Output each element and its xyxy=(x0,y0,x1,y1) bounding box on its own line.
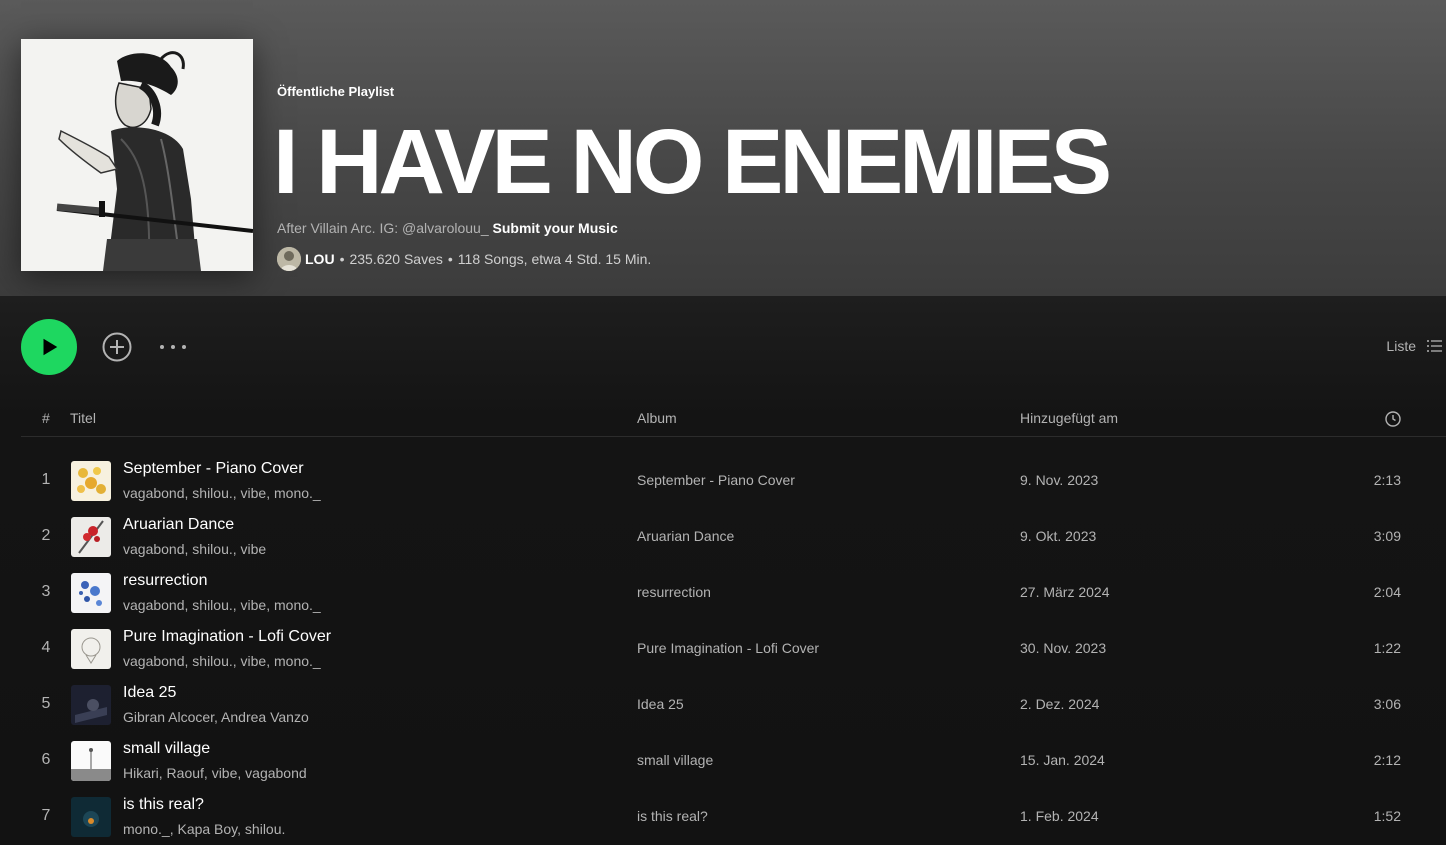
track-date-added: 9. Okt. 2023 xyxy=(1020,528,1097,544)
playlist-header: Öffentliche Playlist I HAVE NO ENEMIES A… xyxy=(0,0,1446,296)
track-title[interactable]: Pure Imagination - Lofi Cover xyxy=(123,628,331,646)
track-row[interactable]: 5 Idea 25 Gibran Alcocer, Andrea Vanzo I… xyxy=(21,677,1446,733)
owner-avatar[interactable] xyxy=(277,247,301,271)
songs-duration: 118 Songs, etwa 4 Std. 15 Min. xyxy=(457,251,652,267)
ellipsis-icon xyxy=(160,345,186,349)
add-to-library-button[interactable] xyxy=(101,331,133,363)
track-title[interactable]: Idea 25 xyxy=(123,684,176,702)
track-date-added: 15. Jan. 2024 xyxy=(1020,752,1105,768)
track-artwork xyxy=(71,517,111,557)
track-duration: 3:09 xyxy=(1373,528,1401,544)
track-title[interactable]: small village xyxy=(123,740,210,758)
playlist-description: After Villain Arc. IG: @alvarolouu_ Subm… xyxy=(277,220,618,236)
avatar-image xyxy=(277,247,301,271)
track-duration: 2:13 xyxy=(1373,472,1401,488)
track-number: 2 xyxy=(41,527,51,544)
track-number: 5 xyxy=(41,695,51,712)
saves-count: 235.620 Saves xyxy=(349,251,443,267)
view-mode-label: Liste xyxy=(1386,338,1416,354)
list-view-icon xyxy=(1427,340,1442,352)
track-row[interactable]: 1 September - Piano Cover vagabond, shil… xyxy=(21,453,1446,509)
playlist-info: Öffentliche Playlist I HAVE NO ENEMIES A… xyxy=(273,84,1112,271)
clock-icon xyxy=(1385,411,1401,427)
track-artwork xyxy=(71,685,111,725)
track-artwork xyxy=(71,629,111,669)
track-artists[interactable]: mono._, Kapa Boy, shilou. xyxy=(123,821,285,837)
track-artwork xyxy=(71,461,111,501)
view-mode-toggle[interactable]: Liste xyxy=(1386,338,1442,354)
track-album[interactable]: Aruarian Dance xyxy=(637,528,734,544)
track-album[interactable]: resurrection xyxy=(637,584,711,600)
track-title[interactable]: resurrection xyxy=(123,572,207,590)
track-artwork xyxy=(71,741,111,781)
track-duration: 1:52 xyxy=(1373,808,1401,824)
column-header-duration[interactable] xyxy=(1385,411,1401,430)
track-date-added: 2. Dez. 2024 xyxy=(1020,696,1100,712)
owner-name[interactable]: LOU xyxy=(305,251,335,267)
track-artists[interactable]: vagabond, shilou., vibe xyxy=(123,541,266,557)
track-date-added: 1. Feb. 2024 xyxy=(1020,808,1099,824)
track-row[interactable]: 2 Aruarian Dance vagabond, shilou., vibe… xyxy=(21,509,1446,565)
track-artists[interactable]: Hikari, Raouf, vibe, vagabond xyxy=(123,765,307,781)
track-artists[interactable]: Gibran Alcocer, Andrea Vanzo xyxy=(123,709,309,725)
track-row[interactable]: 3 resurrection vagabond, shilou., vibe, … xyxy=(21,565,1446,621)
column-header-album[interactable]: Album xyxy=(637,410,677,426)
tracklist-header: # Titel Album Hinzugefügt am xyxy=(21,404,1446,437)
track-artwork xyxy=(71,573,111,613)
playlist-title: I HAVE NO ENEMIES xyxy=(273,111,1112,213)
track-date-added: 27. März 2024 xyxy=(1020,584,1110,600)
plus-circle-icon xyxy=(102,332,132,362)
playlist-content: Liste # Titel Album Hinzugefügt am 1 Sep… xyxy=(0,296,1446,844)
column-header-number: # xyxy=(42,410,50,426)
track-title[interactable]: Aruarian Dance xyxy=(123,516,234,534)
tracklist: 1 September - Piano Cover vagabond, shil… xyxy=(21,453,1446,845)
play-icon xyxy=(43,338,58,356)
track-artists[interactable]: vagabond, shilou., vibe, mono._ xyxy=(123,597,321,613)
track-date-added: 30. Nov. 2023 xyxy=(1020,640,1107,656)
playlist-meta: LOU • 235.620 Saves • 118 Songs, etwa 4 … xyxy=(277,247,651,271)
submit-music-link[interactable]: Submit your Music xyxy=(493,220,618,236)
track-number: 3 xyxy=(41,583,51,600)
column-header-date-added[interactable]: Hinzugefügt am xyxy=(1020,410,1118,426)
track-title[interactable]: is this real? xyxy=(123,796,204,814)
description-text: After Villain Arc. IG: @alvarolouu_ xyxy=(277,220,489,236)
track-album[interactable]: Pure Imagination - Lofi Cover xyxy=(637,640,819,656)
track-row[interactable]: 6 small village Hikari, Raouf, vibe, vag… xyxy=(21,733,1446,789)
track-date-added: 9. Nov. 2023 xyxy=(1020,472,1099,488)
track-duration: 3:06 xyxy=(1373,696,1401,712)
track-artists[interactable]: vagabond, shilou., vibe, mono._ xyxy=(123,485,321,501)
separator-dot: • xyxy=(447,251,453,267)
track-duration: 2:12 xyxy=(1373,752,1401,768)
track-artwork xyxy=(71,797,111,837)
track-number: 1 xyxy=(41,471,51,488)
track-number: 6 xyxy=(41,751,51,768)
track-row[interactable]: 7 is this real? mono._, Kapa Boy, shilou… xyxy=(21,789,1446,845)
more-options-button[interactable] xyxy=(158,334,188,360)
track-duration: 1:22 xyxy=(1373,640,1401,656)
playlist-type-label: Öffentliche Playlist xyxy=(277,84,395,99)
track-number: 4 xyxy=(41,639,51,656)
track-title[interactable]: September - Piano Cover xyxy=(123,460,304,478)
track-number: 7 xyxy=(41,807,51,824)
track-album[interactable]: September - Piano Cover xyxy=(637,472,795,488)
track-album[interactable]: is this real? xyxy=(637,808,708,824)
playlist-cover-image[interactable] xyxy=(21,39,253,271)
track-album[interactable]: Idea 25 xyxy=(637,696,684,712)
track-row[interactable]: 4 Pure Imagination - Lofi Cover vagabond… xyxy=(21,621,1446,677)
separator-dot: • xyxy=(339,251,345,267)
track-duration: 2:04 xyxy=(1373,584,1401,600)
track-album[interactable]: small village xyxy=(637,752,713,768)
column-header-title[interactable]: Titel xyxy=(70,410,96,426)
track-artists[interactable]: vagabond, shilou., vibe, mono._ xyxy=(123,653,321,669)
play-button[interactable] xyxy=(21,319,77,375)
samurai-illustration xyxy=(21,39,253,271)
